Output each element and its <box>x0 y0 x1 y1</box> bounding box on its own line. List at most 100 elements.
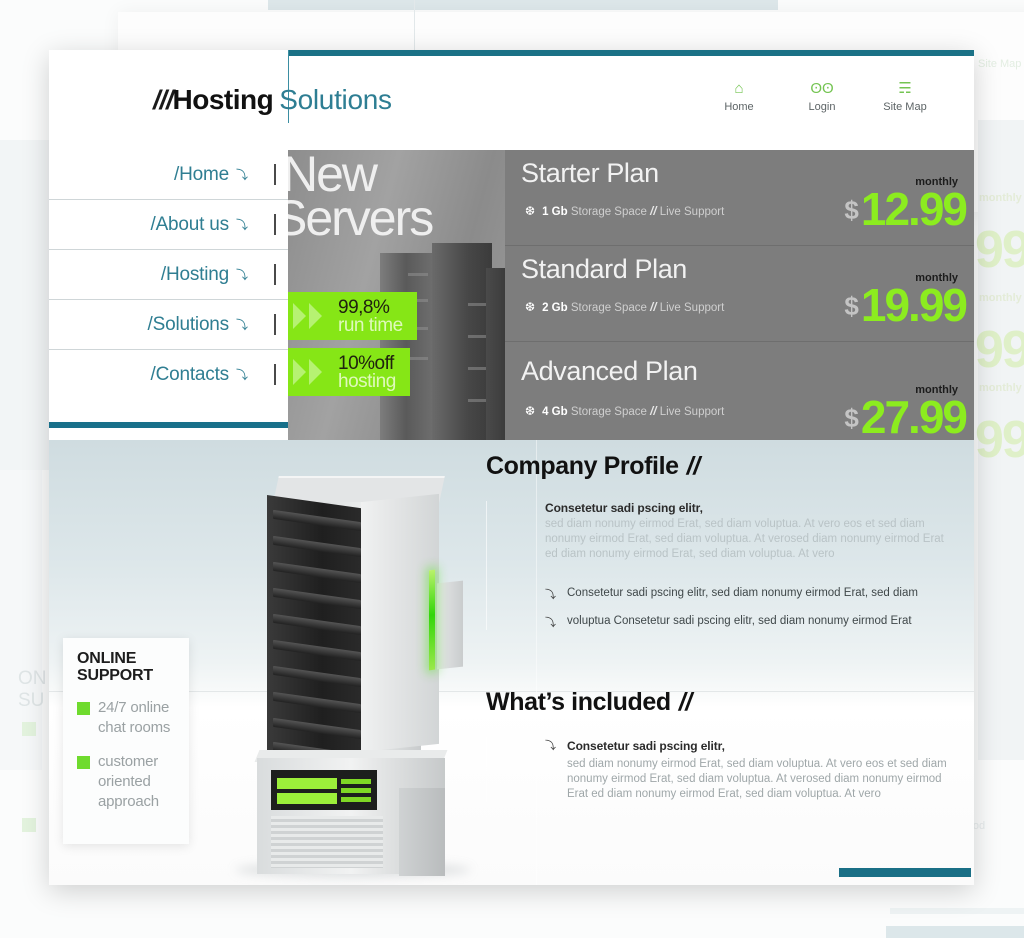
server-rack-graphic-c <box>486 268 505 440</box>
ghost-price-period-3: monthly <box>979 382 1022 394</box>
company-profile-section: Company Profile// Consetetur sadi pscing… <box>486 452 956 630</box>
plan-storage-amount: 4 Gb <box>542 406 568 418</box>
ghost-price-digits-3: 99 <box>975 411 1024 469</box>
server-door <box>361 493 439 753</box>
chevron-arrow-icon: ⤵ <box>235 368 248 382</box>
section-body: ⤵ Consetetur sadi pscing elitr, sed diam… <box>486 737 956 802</box>
online-support-title-line-2: SUPPORT <box>77 667 153 684</box>
plan-support-label: Live Support <box>659 206 725 218</box>
home-icon: ⌂ <box>734 80 744 97</box>
online-support-title: ONLINE SUPPORT <box>77 650 179 684</box>
section-bullet: ⤵ voluptua Consetetur sadi pscing elitr,… <box>545 614 956 630</box>
section-lead-body: sed diam nonumy eirmod Erat, sed diam vo… <box>567 758 947 800</box>
ghost-price-period-2: monthly <box>979 292 1022 304</box>
snowflake-icon: ❆ <box>525 300 536 314</box>
currency-symbol: $ <box>844 291 859 321</box>
whats-included-section: What’s included// ⤵ Consetetur sadi psci… <box>486 688 956 802</box>
sidebar-item-label: /Contacts <box>150 363 230 385</box>
section-body: Consetetur sadi pscing elitr, sed diam n… <box>486 501 956 630</box>
section-title-text: What’s included <box>486 688 671 716</box>
utility-nav-item-sitemap[interactable]: ☴ Site Map <box>878 80 932 113</box>
server-status-light <box>429 569 435 671</box>
ghost-bottom-strip-light <box>890 908 1024 914</box>
chevron-arrow-icon: ⤵ <box>235 268 248 282</box>
snowflake-icon: ❆ <box>525 404 536 418</box>
plan-price: $12.99 <box>844 183 968 235</box>
snowflake-icon: ❆ <box>525 204 536 218</box>
hero-badge-uptime-text: 99,8% run time <box>336 292 417 340</box>
users-icon: ʘʘ <box>810 80 834 97</box>
plan-feature-separator: // <box>650 406 657 418</box>
section-bullet: ⤵ Consetetur sadi pscing elitr, sed diam… <box>545 737 956 802</box>
hero-badge-discount-line-1: 10%off <box>338 352 394 374</box>
server-tower-illustration <box>229 458 489 878</box>
server-door-handle <box>437 580 463 670</box>
plan-feature-separator: // <box>650 302 657 314</box>
support-feature-text: customer oriented approach <box>98 753 159 810</box>
ghost-bottom-strip <box>886 926 1024 938</box>
hero-badge-discount-line-2: hosting <box>338 370 396 392</box>
plan-storage-label: Storage Space <box>570 406 647 418</box>
plan-price: $19.99 <box>844 282 968 329</box>
ghost-support-line2: SU <box>18 690 45 711</box>
support-feature-item: 24/7 online chat rooms <box>77 698 179 738</box>
section-bullet-text: voluptua Consetetur sadi pscing elitr, s… <box>567 615 912 627</box>
nav-tick-marker <box>274 164 276 185</box>
pricing-plan-advanced[interactable]: Advanced Plan ❆ 4 Gb Storage Space // Liv… <box>505 342 974 440</box>
arrow-bullet-icon: ⤵ <box>545 617 556 629</box>
website-mockup-card: ///Hosting Solutions ⌂ Home ʘʘ Login ☴ Si… <box>49 50 974 885</box>
hero-badge-uptime-line-2: run time <box>338 314 403 336</box>
ghost-top-band <box>268 0 778 10</box>
server-rack-stack <box>267 494 367 778</box>
plan-features: ❆ 4 Gb Storage Space // Live Support <box>525 404 724 418</box>
plan-name: Starter Plan <box>521 158 659 188</box>
plan-price-value: 27.99 <box>860 391 968 443</box>
chevron-arrow-icon: ⤵ <box>235 168 248 182</box>
sidebar-item-label: /About us <box>150 213 230 235</box>
sidebar-item-label: /Hosting <box>160 263 229 285</box>
ghost-bullet-square-2 <box>22 818 36 832</box>
plan-features: ❆ 2 Gb Storage Space // Live Support <box>525 300 724 314</box>
utility-nav-item-home[interactable]: ⌂ Home <box>712 80 766 113</box>
sidebar-item-hosting[interactable]: /Hosting ⤵ <box>49 249 288 299</box>
online-support-title-line-1: ONLINE <box>77 650 137 667</box>
sidebar-item-solutions[interactable]: /Solutions ⤵ <box>49 299 288 349</box>
sidebar-item-about-us[interactable]: /About us ⤵ <box>49 199 288 249</box>
site-logo[interactable]: ///Hosting Solutions <box>153 85 392 116</box>
plan-storage-label: Storage Space <box>570 302 647 314</box>
plan-name: Standard Plan <box>521 254 687 284</box>
plan-price-value: 12.99 <box>860 183 968 235</box>
sidebar-item-contacts[interactable]: /Contacts ⤵ <box>49 349 288 399</box>
server-rack-graphic-b <box>432 243 492 440</box>
sidebar-item-home[interactable]: /Home ⤵ <box>49 150 288 199</box>
nav-tick-marker <box>274 364 276 385</box>
section-title-text: Company Profile <box>486 452 679 480</box>
utility-nav-item-login[interactable]: ʘʘ Login <box>795 80 849 113</box>
sidebar-item-label: /Home <box>174 163 229 185</box>
chevron-double-right-icon <box>288 348 336 396</box>
arrow-bullet-icon: ⤵ <box>545 740 556 752</box>
ghost-price-2: monthly 99 <box>975 272 1024 376</box>
utility-nav-label-login: Login <box>808 101 836 113</box>
arrow-bullet-icon: ⤵ <box>545 589 556 601</box>
server-control-panel <box>271 770 377 810</box>
section-bullet-body: Consetetur sadi pscing elitr, sed diam n… <box>567 737 956 802</box>
hero-title-line-2: Servers <box>288 190 434 246</box>
section-bullet-text: Consetetur sadi pscing elitr, sed diam n… <box>567 587 918 599</box>
pricing-plan-starter[interactable]: Starter Plan ❆ 1 Gb Storage Space // Live… <box>505 150 974 246</box>
currency-symbol: $ <box>844 195 859 225</box>
pricing-plan-standard[interactable]: Standard Plan ❆ 2 Gb Storage Space // Liv… <box>505 246 974 342</box>
server-base-side <box>399 788 445 876</box>
support-feature-text: 24/7 online chat rooms <box>98 699 171 736</box>
plan-feature-separator: // <box>650 206 657 218</box>
ghost-sitemap-label: Site Map <box>978 58 1022 70</box>
ghost-bullet-square-1 <box>22 722 36 736</box>
section-lead-body: sed diam nonumy eirmod Erat, sed diam vo… <box>545 518 944 560</box>
sidebar-item-label: /Solutions <box>147 313 230 335</box>
navigation-accent-bar <box>49 422 288 428</box>
hero-band: /Home ⤵ /About us ⤵ /Hosting ⤵ /Solution… <box>49 150 974 440</box>
server-vent-grille <box>271 816 383 868</box>
nav-tick-marker <box>274 264 276 285</box>
section-lead-heading: Consetetur sadi pscing elitr, <box>545 501 703 515</box>
square-bullet-icon <box>77 756 90 769</box>
